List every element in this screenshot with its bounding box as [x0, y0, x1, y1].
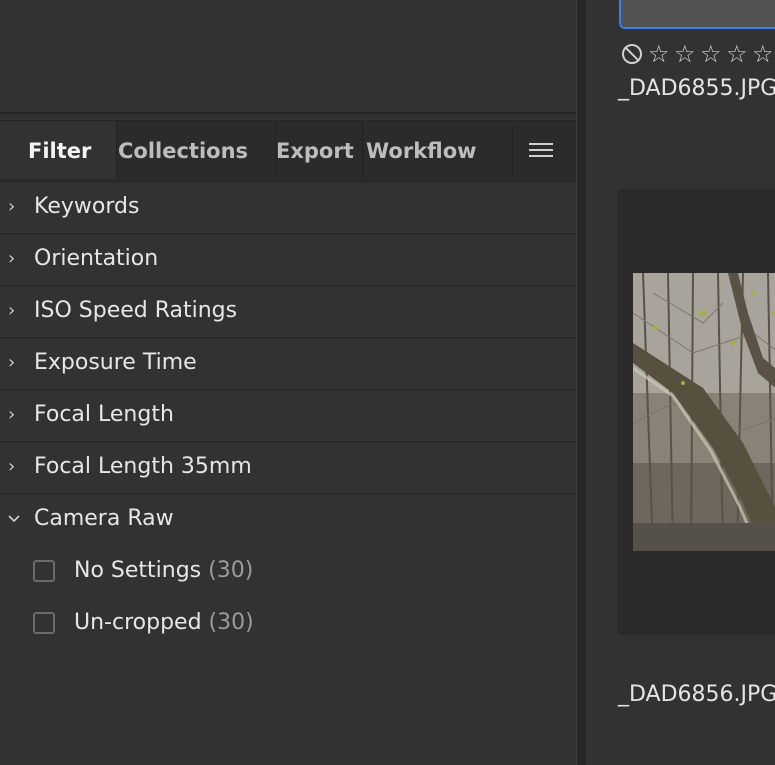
- thumbnail-card[interactable]: [617, 189, 775, 635]
- star-icon[interactable]: ☆: [726, 40, 752, 68]
- option-no-settings[interactable]: No Settings (30): [0, 546, 576, 598]
- tab-export-label: Export: [276, 139, 354, 163]
- filter-focal-length[interactable]: › Focal Length: [0, 390, 576, 442]
- panel-menu-button[interactable]: [512, 127, 569, 175]
- chevron-right-icon: ›: [8, 352, 16, 373]
- star-icon[interactable]: ☆: [674, 40, 700, 68]
- filter-exposure-time[interactable]: › Exposure Time: [0, 338, 576, 390]
- option-label: Un-cropped (30): [74, 610, 254, 635]
- chevron-right-icon: ›: [8, 300, 16, 321]
- tab-export[interactable]: Export: [276, 121, 362, 179]
- filter-focal-length-35mm[interactable]: › Focal Length 35mm: [0, 442, 576, 494]
- content-panel: ☆ ☆ ☆ ☆ ☆ _DAD6855.JPG _DAD6856.JPG: [586, 0, 775, 765]
- filter-label: ISO Speed Ratings: [34, 298, 238, 323]
- filter-iso-speed-ratings[interactable]: › ISO Speed Ratings: [0, 286, 576, 338]
- filter-label: Focal Length 35mm: [34, 454, 252, 479]
- tab-filter[interactable]: Filter: [0, 121, 116, 179]
- star-icon[interactable]: ☆: [700, 40, 726, 68]
- checkbox[interactable]: [33, 612, 55, 634]
- filter-label: Keywords: [34, 194, 140, 219]
- chevron-down-icon: [6, 508, 20, 528]
- filter-orientation[interactable]: › Orientation: [0, 234, 576, 286]
- star-icon[interactable]: ☆: [648, 40, 674, 68]
- selected-thumbnail[interactable]: [619, 0, 775, 29]
- filter-keywords[interactable]: › Keywords: [0, 182, 576, 234]
- tab-divider: [116, 121, 117, 179]
- thumbnail-image: [633, 273, 775, 551]
- star-icon[interactable]: ☆: [752, 40, 775, 68]
- filter-panel: Filter Collections Export Workflow › Key…: [0, 0, 576, 765]
- chevron-right-icon: ›: [8, 456, 16, 477]
- filter-camera-raw[interactable]: Camera Raw: [0, 494, 576, 545]
- panel-splitter[interactable]: [576, 0, 586, 765]
- tab-collections[interactable]: Collections: [118, 121, 274, 179]
- panel-tab-bar: Filter Collections Export Workflow: [0, 120, 576, 182]
- tab-divider: [362, 121, 363, 179]
- filter-label: Focal Length: [34, 402, 174, 427]
- filter-label: Camera Raw: [34, 506, 174, 531]
- upper-panel: [0, 0, 576, 114]
- thumbnail-filename: _DAD6855.JPG: [618, 76, 775, 101]
- hamburger-menu-icon: [529, 143, 553, 145]
- thumbnail-filename: _DAD6856.JPG: [618, 682, 775, 707]
- chevron-right-icon: ›: [8, 248, 16, 269]
- hamburger-menu-icon: [529, 155, 553, 157]
- filter-label: Exposure Time: [34, 350, 197, 375]
- rating-bar: ☆ ☆ ☆ ☆ ☆: [622, 40, 775, 68]
- checkbox[interactable]: [33, 560, 55, 582]
- chevron-right-icon: ›: [8, 196, 16, 217]
- tab-workflow[interactable]: Workflow: [366, 121, 506, 179]
- option-label: No Settings (30): [74, 558, 254, 583]
- hamburger-menu-icon: [529, 149, 553, 151]
- reject-icon[interactable]: [622, 44, 642, 64]
- option-un-cropped[interactable]: Un-cropped (30): [0, 598, 576, 650]
- chevron-right-icon: ›: [8, 404, 16, 425]
- filter-label: Orientation: [34, 246, 159, 271]
